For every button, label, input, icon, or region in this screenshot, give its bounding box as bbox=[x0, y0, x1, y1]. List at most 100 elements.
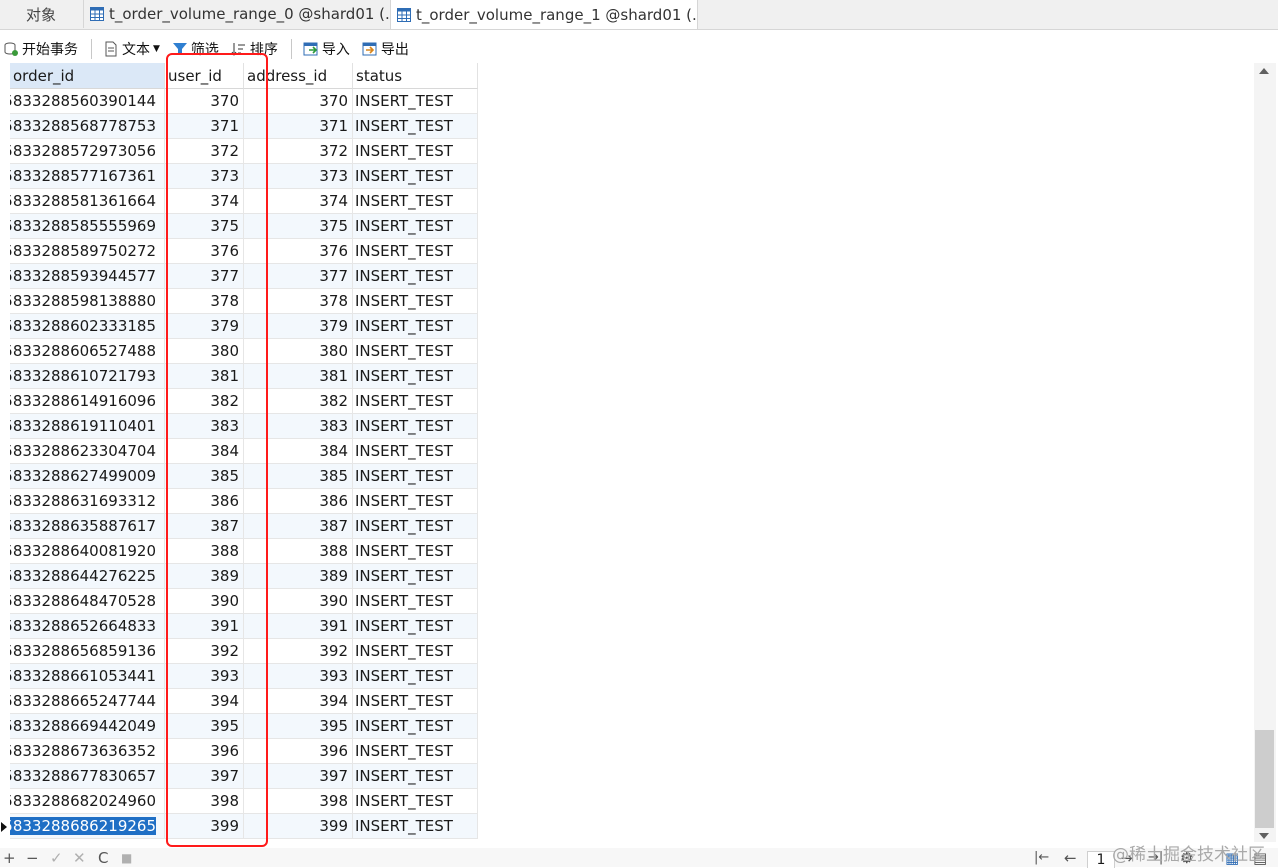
cell-order-id[interactable]: 85833288677830657 bbox=[10, 764, 165, 789]
cell-order-id[interactable]: 85833288627499009 bbox=[10, 464, 165, 489]
cell-status[interactable]: INSERT_TEST bbox=[353, 239, 478, 264]
cell-status[interactable]: INSERT_TEST bbox=[353, 389, 478, 414]
row-indicator[interactable] bbox=[0, 264, 9, 289]
refresh-icon[interactable]: C bbox=[98, 851, 108, 866]
row-indicator[interactable] bbox=[0, 189, 9, 214]
cell-order-id[interactable]: 85833288614916096 bbox=[10, 389, 165, 414]
cell-order-id[interactable]: 85833288673636352 bbox=[10, 739, 165, 764]
row-indicator[interactable] bbox=[0, 464, 9, 489]
scroll-up-icon[interactable] bbox=[1259, 68, 1269, 74]
page-number-field[interactable]: 1 bbox=[1087, 851, 1115, 868]
cell-order-id[interactable]: 85833288610721793 bbox=[10, 364, 165, 389]
cell-status[interactable]: INSERT_TEST bbox=[353, 89, 478, 114]
cell-status[interactable]: INSERT_TEST bbox=[353, 264, 478, 289]
scroll-down-icon[interactable] bbox=[1259, 833, 1269, 839]
row-indicator[interactable] bbox=[0, 114, 9, 139]
cell-status[interactable]: INSERT_TEST bbox=[353, 664, 478, 689]
cell-order-id[interactable]: 85833288656859136 bbox=[10, 639, 165, 664]
cell-status[interactable]: INSERT_TEST bbox=[353, 814, 478, 839]
row-indicator[interactable] bbox=[0, 489, 9, 514]
cell-order-id[interactable]: 85833288598138880 bbox=[10, 289, 165, 314]
prev-page-icon[interactable]: ← bbox=[1064, 851, 1077, 866]
cell-order-id[interactable]: 85833288568778753 bbox=[10, 114, 165, 139]
add-record-icon[interactable]: + bbox=[3, 851, 16, 866]
row-indicator[interactable] bbox=[0, 164, 9, 189]
cell-order-id[interactable]: 85833288589750272 bbox=[10, 239, 165, 264]
row-indicator[interactable] bbox=[0, 589, 9, 614]
cell-status[interactable]: INSERT_TEST bbox=[353, 764, 478, 789]
cell-status[interactable]: INSERT_TEST bbox=[353, 164, 478, 189]
row-indicator[interactable] bbox=[0, 664, 9, 689]
cell-status[interactable]: INSERT_TEST bbox=[353, 364, 478, 389]
cell-order-id[interactable]: 85833288602333185 bbox=[10, 314, 165, 339]
discard-changes-icon[interactable]: ✕ bbox=[73, 851, 86, 866]
tab-range-1[interactable]: t_order_volume_range_1 @shard01 (... bbox=[390, 0, 698, 29]
cell-status[interactable]: INSERT_TEST bbox=[353, 139, 478, 164]
row-indicator[interactable] bbox=[0, 314, 9, 339]
cell-order-id[interactable]: 85833288665247744 bbox=[10, 689, 165, 714]
row-indicator[interactable] bbox=[0, 714, 9, 739]
cell-status[interactable]: INSERT_TEST bbox=[353, 464, 478, 489]
row-indicator[interactable] bbox=[0, 514, 9, 539]
tab-range-0[interactable]: t_order_volume_range_0 @shard01 (... bbox=[83, 0, 390, 28]
cell-status[interactable]: INSERT_TEST bbox=[353, 339, 478, 364]
cell-order-id[interactable]: 85833288686219265 bbox=[10, 814, 165, 839]
cell-status[interactable]: INSERT_TEST bbox=[353, 589, 478, 614]
cell-status[interactable]: INSERT_TEST bbox=[353, 489, 478, 514]
cell-status[interactable]: INSERT_TEST bbox=[353, 214, 478, 239]
row-indicator[interactable] bbox=[0, 689, 9, 714]
cell-status[interactable]: INSERT_TEST bbox=[353, 189, 478, 214]
row-indicator[interactable] bbox=[0, 214, 9, 239]
cell-order-id[interactable]: 85833288560390144 bbox=[10, 89, 165, 114]
cell-order-id[interactable]: 85833288593944577 bbox=[10, 264, 165, 289]
column-header-order-id[interactable]: order_id bbox=[10, 63, 165, 89]
column-header-status[interactable]: status bbox=[353, 63, 478, 89]
cell-order-id[interactable]: 85833288669442049 bbox=[10, 714, 165, 739]
delete-record-icon[interactable]: − bbox=[26, 851, 39, 866]
cell-status[interactable]: INSERT_TEST bbox=[353, 739, 478, 764]
chevron-down-icon[interactable]: ▼ bbox=[153, 44, 160, 54]
row-indicator[interactable] bbox=[0, 614, 9, 639]
cell-status[interactable]: INSERT_TEST bbox=[353, 289, 478, 314]
cell-order-id[interactable]: 85833288631693312 bbox=[10, 489, 165, 514]
cell-status[interactable]: INSERT_TEST bbox=[353, 114, 478, 139]
cell-order-id[interactable]: 85833288623304704 bbox=[10, 439, 165, 464]
cell-order-id[interactable]: 85833288644276225 bbox=[10, 564, 165, 589]
cell-order-id[interactable]: 85833288606527488 bbox=[10, 339, 165, 364]
row-indicator[interactable] bbox=[0, 639, 9, 664]
cell-status[interactable]: INSERT_TEST bbox=[353, 439, 478, 464]
row-indicator[interactable] bbox=[0, 439, 9, 464]
cell-status[interactable]: INSERT_TEST bbox=[353, 514, 478, 539]
cell-status[interactable]: INSERT_TEST bbox=[353, 714, 478, 739]
cell-order-id[interactable]: 85833288652664833 bbox=[10, 614, 165, 639]
tab-objects[interactable]: 对象 bbox=[0, 0, 82, 28]
row-indicator[interactable] bbox=[0, 389, 9, 414]
row-indicator[interactable] bbox=[0, 364, 9, 389]
cell-status[interactable]: INSERT_TEST bbox=[353, 614, 478, 639]
cell-status[interactable]: INSERT_TEST bbox=[353, 639, 478, 664]
cell-status[interactable]: INSERT_TEST bbox=[353, 539, 478, 564]
apply-changes-icon[interactable]: ✓ bbox=[50, 851, 63, 866]
export-button[interactable]: 导出 bbox=[359, 37, 412, 61]
cell-status[interactable]: INSERT_TEST bbox=[353, 414, 478, 439]
first-page-icon[interactable]: |← bbox=[1034, 851, 1049, 865]
cell-order-id[interactable]: 85833288648470528 bbox=[10, 589, 165, 614]
cell-order-id[interactable]: 85833288581361664 bbox=[10, 189, 165, 214]
row-indicator[interactable] bbox=[0, 414, 9, 439]
row-indicator[interactable] bbox=[0, 239, 9, 264]
row-indicator[interactable] bbox=[0, 789, 9, 814]
vertical-scrollbar[interactable] bbox=[1254, 63, 1276, 842]
row-indicator[interactable] bbox=[0, 739, 9, 764]
row-indicator[interactable] bbox=[0, 89, 9, 114]
cell-status[interactable]: INSERT_TEST bbox=[353, 314, 478, 339]
row-indicator[interactable] bbox=[0, 539, 9, 564]
cell-order-id[interactable]: 85833288585555969 bbox=[10, 214, 165, 239]
row-indicator[interactable] bbox=[0, 139, 9, 164]
row-indicator[interactable] bbox=[0, 814, 9, 839]
cell-status[interactable]: INSERT_TEST bbox=[353, 689, 478, 714]
cell-status[interactable]: INSERT_TEST bbox=[353, 564, 478, 589]
cell-order-id[interactable]: 85833288635887617 bbox=[10, 514, 165, 539]
row-indicator[interactable] bbox=[0, 564, 9, 589]
cell-order-id[interactable]: 85833288577167361 bbox=[10, 164, 165, 189]
row-indicator[interactable] bbox=[0, 764, 9, 789]
